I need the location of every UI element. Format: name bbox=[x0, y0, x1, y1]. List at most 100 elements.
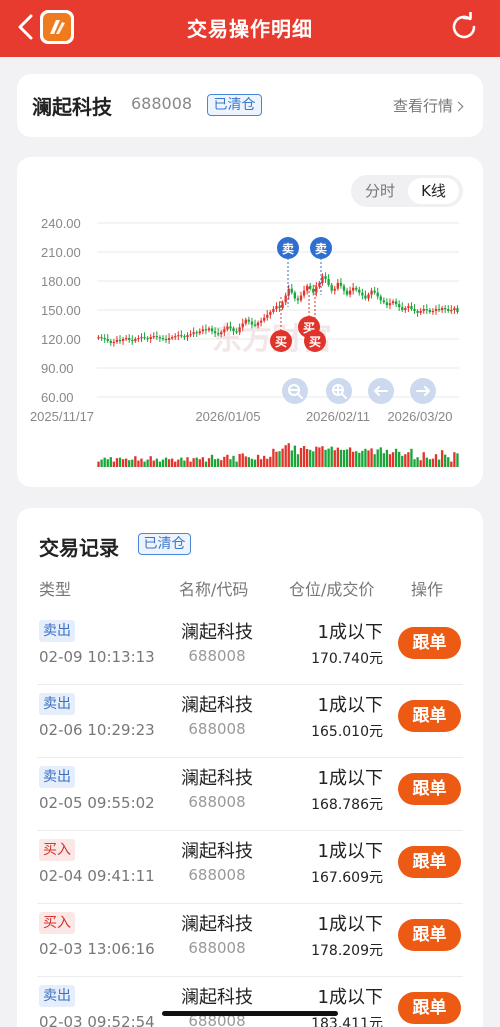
kline-chart[interactable]: 240.00 210.00 180.00 150.00 120.00 90.00 60.00… bbox=[17, 157, 483, 487]
follow-button[interactable]: 跟单 bbox=[398, 627, 461, 659]
candle-body bbox=[410, 306, 413, 310]
volume-bar bbox=[373, 454, 376, 467]
refresh-icon[interactable] bbox=[449, 12, 479, 42]
volume-bar bbox=[391, 452, 395, 467]
candle-body bbox=[134, 339, 137, 341]
top-nav-bar: 交易操作明细 bbox=[0, 0, 500, 57]
follow-button[interactable]: 跟单 bbox=[398, 846, 461, 878]
volume-bar bbox=[149, 456, 152, 467]
candle-body bbox=[192, 332, 195, 335]
pan-left-icon[interactable] bbox=[368, 378, 394, 404]
candle-body bbox=[336, 282, 339, 289]
volume-bar bbox=[358, 452, 361, 467]
candle-body bbox=[293, 292, 297, 299]
trade-type-badge: 卖出 bbox=[39, 693, 75, 715]
volume-bar bbox=[398, 451, 401, 467]
candle-body bbox=[137, 338, 140, 340]
volume-bar bbox=[241, 453, 244, 467]
follow-button[interactable]: 跟单 bbox=[398, 992, 461, 1024]
volume-bar bbox=[192, 458, 195, 467]
volume-bar bbox=[217, 458, 220, 467]
candle-body bbox=[428, 310, 432, 312]
volume-bar bbox=[207, 458, 211, 467]
candle-body bbox=[321, 276, 324, 283]
volume-bar bbox=[287, 443, 290, 467]
candle-body bbox=[174, 336, 177, 338]
candle-body bbox=[419, 310, 422, 313]
status-badge: 已清仓 bbox=[207, 94, 262, 116]
follow-button[interactable]: 跟单 bbox=[398, 700, 461, 732]
follow-button[interactable]: 跟单 bbox=[398, 773, 461, 805]
candle-body bbox=[143, 337, 146, 339]
volume-bar bbox=[336, 447, 339, 467]
candle-body bbox=[330, 284, 333, 291]
volume-bar bbox=[266, 458, 269, 467]
candle-body bbox=[391, 301, 395, 304]
candle-body bbox=[278, 306, 281, 309]
candle-body bbox=[223, 329, 226, 333]
y-tick-label: 210.00 bbox=[41, 245, 81, 260]
volume-bar bbox=[164, 457, 168, 467]
candle-body bbox=[394, 301, 398, 305]
volume-bar bbox=[210, 454, 214, 467]
candle-body bbox=[109, 340, 112, 343]
table-row: 卖出 02-09 10:13:13 澜起科技 688008 1成以下 170.740元 跟单 bbox=[17, 612, 483, 685]
candle-body bbox=[186, 335, 189, 338]
trade-price: 168.786元 bbox=[311, 797, 383, 813]
volume-bar bbox=[305, 449, 309, 467]
volume-bar bbox=[112, 461, 116, 467]
candle-body bbox=[121, 339, 125, 341]
candle-body bbox=[256, 322, 260, 326]
kline-chart-card: 分时 K线 240.00 210.00 180.00 150.00 120.00 90.0… bbox=[17, 157, 483, 487]
candle-body bbox=[167, 338, 171, 340]
view-quote-link[interactable]: 查看行情 bbox=[393, 95, 464, 116]
candle-body bbox=[453, 308, 456, 310]
volume-bar bbox=[269, 456, 272, 467]
zoom-out-icon[interactable] bbox=[282, 378, 308, 404]
table-row: 买入 02-03 13:06:16 澜起科技 688008 1成以下 178.209元 跟单 bbox=[17, 904, 483, 977]
follow-button[interactable]: 跟单 bbox=[398, 919, 461, 951]
trade-type-badge: 卖出 bbox=[39, 620, 75, 642]
volume-bar bbox=[321, 446, 324, 467]
pan-right-icon[interactable] bbox=[410, 378, 436, 404]
candle-body bbox=[358, 289, 361, 293]
home-indicator bbox=[162, 1011, 338, 1016]
volume-bar bbox=[109, 457, 112, 467]
candle-body bbox=[342, 285, 346, 291]
stock-info-card: 澜起科技 688008 已清仓 查看行情 bbox=[17, 74, 483, 137]
volume-bar bbox=[401, 455, 404, 467]
trade-price: 165.010元 bbox=[311, 724, 383, 740]
candle-body bbox=[305, 285, 309, 291]
trade-time: 02-03 09:52:54 bbox=[39, 1013, 155, 1027]
volume-bar bbox=[453, 452, 456, 467]
candle-body bbox=[180, 335, 183, 337]
candle-body bbox=[100, 337, 103, 339]
volume-bar bbox=[410, 448, 413, 467]
candle-body bbox=[312, 288, 315, 293]
volume-bar bbox=[376, 449, 379, 467]
column-header-name-code: 名称/代码 bbox=[179, 580, 249, 599]
candle-body bbox=[210, 328, 214, 332]
candle-body bbox=[385, 302, 389, 306]
volume-bar bbox=[333, 450, 336, 467]
candle-body bbox=[425, 309, 428, 311]
volume-bar bbox=[422, 452, 425, 467]
candle-body bbox=[348, 290, 352, 295]
volume-bar bbox=[189, 461, 192, 467]
candle-body bbox=[253, 324, 257, 326]
zoom-in-icon[interactable] bbox=[326, 378, 352, 404]
stock-code: 688008 bbox=[188, 647, 246, 665]
volume-bar bbox=[450, 461, 453, 467]
volume-bar bbox=[128, 460, 131, 467]
candle-body bbox=[416, 310, 419, 313]
volume-bar bbox=[235, 461, 238, 467]
volume-bar bbox=[232, 455, 235, 467]
volume-bar bbox=[183, 460, 186, 467]
candle-body bbox=[235, 331, 238, 333]
volume-bar bbox=[97, 461, 100, 467]
volume-bar bbox=[404, 454, 407, 467]
volume-bar bbox=[413, 459, 416, 467]
y-tick-label: 150.00 bbox=[41, 303, 81, 318]
candle-body bbox=[146, 338, 149, 340]
candle-body bbox=[124, 338, 128, 340]
